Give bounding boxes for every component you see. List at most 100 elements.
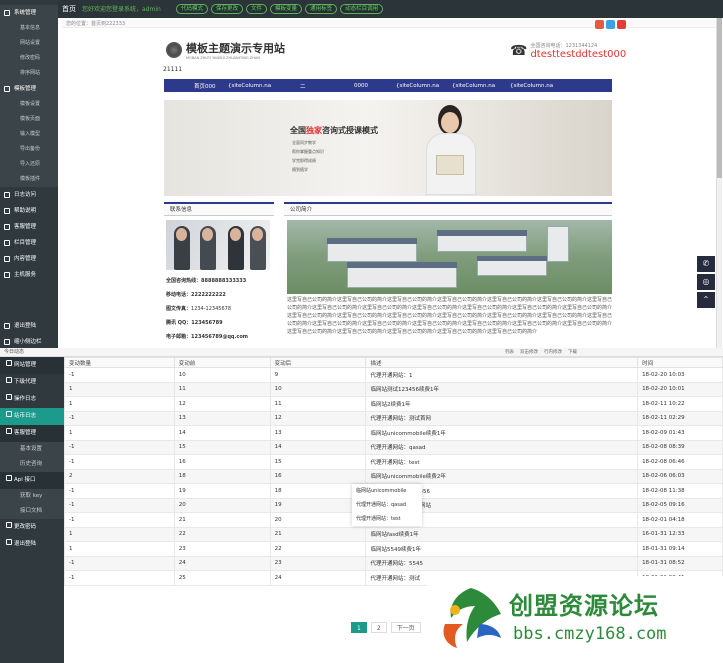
table-cell: 10 xyxy=(173,367,271,383)
agent-sidebar-section[interactable]: Api 接口 xyxy=(0,472,64,489)
agent-sidebar-section[interactable]: 客服管理 xyxy=(0,425,64,442)
agent-sidebar-section[interactable]: 网站管理 xyxy=(0,357,64,374)
home-link[interactable]: 首页 xyxy=(62,4,76,14)
nav-item[interactable]: 0000 xyxy=(354,83,368,89)
qq-icon[interactable] xyxy=(617,20,626,29)
page-button[interactable]: 下一页 xyxy=(390,622,421,633)
table-row[interactable]: 1 12 11 临网站2续费1年 18-02-11 10:22 xyxy=(64,396,723,412)
sidebar-bottom-item[interactable]: 退出登陆 xyxy=(0,318,58,334)
toolbar-button[interactable]: 双击修改 xyxy=(520,348,538,357)
editor-button[interactable]: 动态栏目调用 xyxy=(340,4,384,14)
editor-button[interactable]: 代码模式 xyxy=(176,4,209,14)
sidebar-section[interactable]: 客服管理 xyxy=(0,219,58,235)
sidebar-item[interactable]: 导入还原 xyxy=(0,157,58,172)
bottom-icon xyxy=(4,323,10,329)
sidebar-item[interactable]: 网站设置 xyxy=(0,36,58,51)
table-row[interactable]: -1 16 15 代理开通网站：test 18-02-08 06:46 xyxy=(64,454,723,470)
toolbar-button[interactable]: 列表 xyxy=(505,348,514,357)
table-row[interactable]: 1 23 22 临网站5549续费1年 18-01-31 09:14 xyxy=(64,541,723,557)
sidebar-item[interactable]: 模板设置 xyxy=(0,97,58,112)
section-icon xyxy=(4,192,10,198)
tencent-icon[interactable] xyxy=(606,20,615,29)
section-icon xyxy=(6,428,12,434)
column-header[interactable]: 变动后 xyxy=(269,357,367,368)
agent-sidebar-section[interactable]: 下级代理 xyxy=(0,374,64,391)
editor-button[interactable]: 通用标签 xyxy=(305,4,338,14)
section-icon xyxy=(6,475,12,481)
nav-item[interactable]: {siteColumn.na xyxy=(396,83,439,89)
editor-button[interactable]: 保存更改 xyxy=(211,4,244,14)
editor-button[interactable]: 模板变量 xyxy=(270,4,303,14)
section-icon xyxy=(4,208,10,214)
contact-value: 123456789 xyxy=(191,320,223,326)
contact-line: 图文传真：1234-12345678 xyxy=(166,305,231,312)
agent-sidebar-section[interactable]: 操作日志 xyxy=(0,391,64,408)
table-row[interactable]: -1 10 9 代理开通网站：1 18-02-20 10:03 xyxy=(64,367,723,383)
sidebar-item[interactable]: 模板插件 xyxy=(0,172,58,187)
contact-panel-title: 联系信息 xyxy=(164,202,274,216)
logo-subtitle: MOBAN ZHUTI YANSHI ZHUANYONG ZHAN xyxy=(186,56,260,60)
sidebar-section[interactable]: 帮助说明 xyxy=(0,203,58,219)
agent-sidebar-section[interactable]: 站币日志 xyxy=(0,408,64,425)
nav-item[interactable]: 二 xyxy=(300,82,306,90)
sidebar-item[interactable]: 排序网站 xyxy=(0,66,58,81)
sidebar-section[interactable]: 主机服务 xyxy=(0,267,58,283)
sidebar-section-label: 系统管理 xyxy=(14,10,37,16)
company-intro-text: 这里写自己公司的简介这里写自己公司的简介这里写自己公司的简介这里写自己公司的简介… xyxy=(287,297,613,335)
table-cell: 13 xyxy=(173,410,271,426)
toolbar-button[interactable]: 行内修改 xyxy=(544,348,562,357)
table-cell: -1 xyxy=(64,439,175,455)
column-header[interactable]: 时间 xyxy=(637,357,723,368)
sidebar-item[interactable]: 基本信息 xyxy=(0,21,58,36)
table-cell: 20 xyxy=(173,497,271,513)
table-cell: 临网站unicommobile续费1年 xyxy=(365,425,639,441)
hotline-number: dtesttestddtest000 xyxy=(530,49,627,60)
table-row[interactable]: 1 11 10 临网站测试123456续费1年 18-02-20 10:01 xyxy=(64,381,723,397)
table-cell: 18-02-20 10:01 xyxy=(637,381,723,397)
table-row[interactable]: 1 14 13 临网站unicommobile续费1年 18-02-09 01:43 xyxy=(64,425,723,441)
table-cell: 临网站5549续费1年 xyxy=(365,541,639,557)
phone-icon[interactable]: ✆ xyxy=(697,256,715,272)
sidebar-section[interactable]: 内容管理 xyxy=(0,251,58,267)
agent-sidebar-item[interactable]: 获取 key xyxy=(0,489,64,504)
sidebar-item[interactable]: 导出备份 xyxy=(0,142,58,157)
sidebar-section[interactable]: 栏目管理 xyxy=(0,235,58,251)
agent-sidebar-item[interactable]: 历史咨询 xyxy=(0,457,64,472)
sidebar-item[interactable]: 修改密码 xyxy=(0,51,58,66)
weibo-icon[interactable] xyxy=(595,20,604,29)
contact-line: 腾讯 QQ：123456789 xyxy=(166,319,223,326)
agent-sidebar-section[interactable]: 退出登陆 xyxy=(0,536,64,553)
page-button[interactable]: 1 xyxy=(351,622,367,633)
sidebar-item[interactable]: 输入模型 xyxy=(0,127,58,142)
site-logo: 模板主题演示专用站 MOBAN ZHUTI YANSHI ZHUANYONG Z… xyxy=(166,40,285,60)
sidebar-section[interactable]: 系统管理 xyxy=(0,5,58,21)
table-cell: -1 xyxy=(64,512,175,528)
editor-button[interactable]: 文件 xyxy=(246,4,268,14)
sidebar-section[interactable]: 模板管理 xyxy=(0,81,58,97)
agent-sidebar-item[interactable]: 接口文档 xyxy=(0,504,64,519)
window-title: 今日动态 xyxy=(0,348,723,357)
table-row[interactable]: -1 13 12 代理开通网站：测试首网 18-02-11 02:29 xyxy=(64,410,723,426)
column-header[interactable]: 描述 xyxy=(365,357,639,368)
contact-value: 8888888333333 xyxy=(201,278,247,284)
nav-item[interactable]: {siteColumn.na xyxy=(452,83,495,89)
agent-sidebar-item[interactable]: 基本设置 xyxy=(0,442,64,457)
column-header[interactable]: 变动数量 xyxy=(64,357,175,368)
table-toolbar: 列表 双击修改 行内修改 下载 xyxy=(505,348,577,357)
table-row[interactable]: -1 24 23 代理开通网站：5545 18-01-31 08:52 xyxy=(64,555,723,571)
page-button[interactable]: 2 xyxy=(370,622,387,633)
table-row[interactable]: -1 15 14 代理开通网站：qasad 18-02-08 08:39 xyxy=(64,439,723,455)
back-to-top-icon[interactable]: ⌃ xyxy=(697,292,715,308)
toolbar-button[interactable]: 下载 xyxy=(568,348,577,357)
agent-sidebar-section[interactable]: 更改密码 xyxy=(0,519,64,536)
table-row[interactable]: 1 22 21 临网站fasd续费1年 16-01-31 12:33 xyxy=(64,526,723,542)
nav-item[interactable]: {siteColumn.na xyxy=(510,83,553,89)
sidebar-item[interactable]: 模板页面 xyxy=(0,112,58,127)
nav-item[interactable]: {siteColumn.na xyxy=(228,83,271,89)
sidebar-section[interactable]: 日志访问 xyxy=(0,187,58,203)
nav-item[interactable]: 首页000 xyxy=(194,82,216,90)
preview-scrollbar[interactable] xyxy=(716,18,722,348)
table-row[interactable]: 2 18 16 临网站unicommobile续费2年 18-02-06 06:03 xyxy=(64,468,723,484)
qq-float-icon[interactable]: ◎ xyxy=(697,274,715,290)
column-header[interactable]: 变动前 xyxy=(173,357,271,368)
